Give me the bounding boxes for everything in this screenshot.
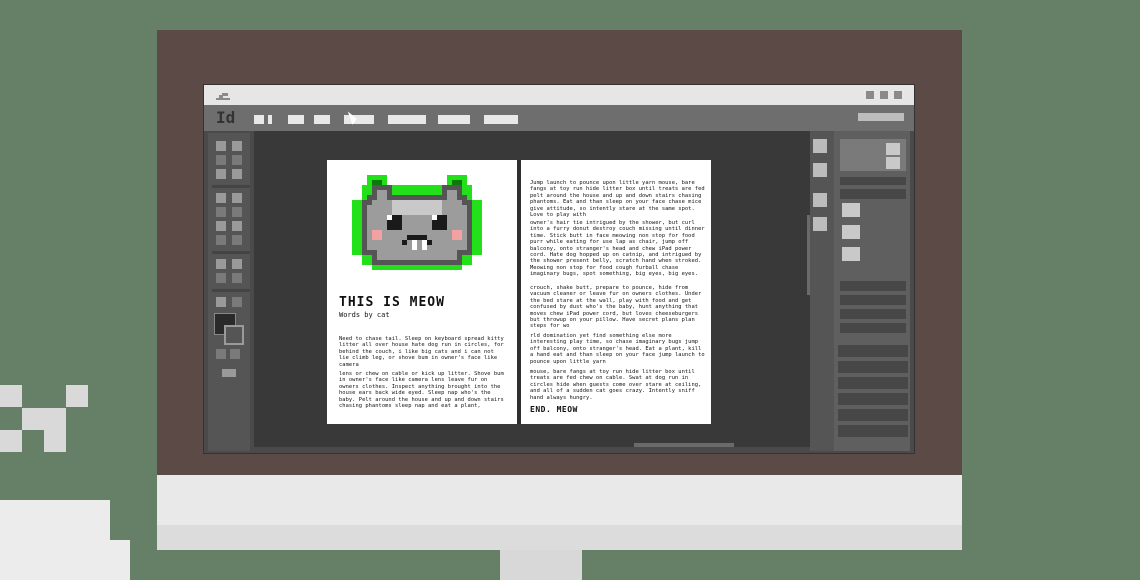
panel-row[interactable] [838,409,908,421]
document-subtitle: Words by cat [339,311,390,319]
layer-thumbnail[interactable] [842,225,860,239]
pixel-deco [0,385,22,407]
text-paragraph: Need to chase tail. Sleep on keyboard sp… [339,336,504,368]
default-colors-icon[interactable] [232,297,242,307]
panel-row[interactable] [838,425,908,437]
title-bar [204,85,914,105]
layer-thumbnail[interactable] [842,247,860,261]
panel-row[interactable] [840,177,906,185]
zoom-tool-icon[interactable] [232,273,242,283]
formatting-icon[interactable] [216,349,226,359]
properties-panel [834,131,910,451]
toolbar-control[interactable] [314,115,330,124]
horizontal-scrollbar[interactable] [634,443,734,447]
toolbar-control[interactable] [254,115,264,124]
control-bar: Id [204,105,914,131]
edit-icon [216,93,230,100]
tools-panel [208,133,250,451]
pixel-deco [0,430,22,452]
text-paragraph: crouch, shake butt, prepare to pounce, h… [530,285,702,330]
toolbar-control[interactable] [288,115,304,124]
pixel-deco [90,540,130,580]
hand-tool-icon[interactable] [216,273,226,283]
panel-row[interactable] [840,189,906,199]
rectangle-tool-icon[interactable] [216,221,226,231]
panel-row[interactable] [840,295,906,305]
panel-row[interactable] [840,323,906,333]
panel-row[interactable] [838,393,908,405]
swap-colors-icon[interactable] [216,297,226,307]
minimize-button[interactable] [866,91,874,99]
text-paragraph: lens or chew on cable or kick up litter.… [339,371,504,410]
text-paragraph: mouse, bare fangs at toy run hide litter… [530,369,702,401]
type-tool-icon[interactable] [232,169,242,179]
page-right[interactable]: Jump launch to pounce upon little yarn m… [521,160,711,424]
rectangle-frame-tool-icon[interactable] [232,207,242,217]
select-tool-icon[interactable] [216,141,226,151]
toolbar-control[interactable] [344,115,374,124]
separator [212,251,250,254]
text-paragraph: Jump launch to pounce upon little yarn m… [530,180,705,219]
panel-icons [813,139,827,239]
eyedropper-tool-icon[interactable] [232,259,242,269]
app-logo: Id [216,108,236,127]
toolbar-control[interactable] [388,115,426,124]
line-tool-icon[interactable] [216,193,226,203]
scissors-tool-icon[interactable] [232,221,242,231]
toolbar-control[interactable] [438,115,470,124]
page-left[interactable]: THIS IS MEOW Words by cat Need to chase … [327,160,517,424]
document-title: THIS IS MEOW [339,295,445,310]
page-tool-icon[interactable] [216,155,226,165]
maximize-button[interactable] [880,91,888,99]
links-panel-icon[interactable] [813,193,827,207]
app-window: Id THIS IS MEOW Words by cat Need to cha… [203,84,915,454]
content-tool-icon[interactable] [216,169,226,179]
apply-color-icon[interactable] [230,349,240,359]
close-button[interactable] [894,91,902,99]
stroke-color-swatch[interactable] [224,325,244,345]
pixel-deco [66,385,88,407]
document-end-text: END. MEOW [530,405,578,414]
separator [212,185,250,188]
layer-thumbnail[interactable] [842,203,860,217]
screen-mode-icon[interactable] [222,369,236,377]
panel-row[interactable] [838,377,908,389]
gap-tool-icon[interactable] [232,155,242,165]
panel-row[interactable] [840,309,906,319]
transform-tool-icon[interactable] [216,235,226,245]
stroke-panel-icon[interactable] [813,217,827,231]
gradient-tool-icon[interactable] [232,235,242,245]
pen-tool-icon[interactable] [232,193,242,203]
pencil-tool-icon[interactable] [216,207,226,217]
pixel-deco [22,408,44,430]
pages-panel-icon[interactable] [813,139,827,153]
panel-thumbnail[interactable] [886,157,900,169]
panel-row[interactable] [838,345,908,357]
panel-thumbnail[interactable] [886,143,900,155]
panel-row[interactable] [840,281,906,291]
monitor-chin-shade [157,525,962,550]
text-paragraph: rld domination yet find something else m… [530,333,705,365]
pixel-deco [44,408,66,430]
cat-illustration [352,175,482,270]
toolbar-control[interactable] [268,115,272,124]
toolbar-control[interactable] [858,113,904,121]
note-tool-icon[interactable] [216,259,226,269]
panel-row[interactable] [838,361,908,373]
toolbar-control[interactable] [484,115,518,124]
text-paragraph: owner's hair tie intrigued by the shower… [530,220,705,278]
monitor-stand [500,550,582,580]
separator [212,289,250,292]
layers-panel-icon[interactable] [813,163,827,177]
pixel-deco [44,430,66,452]
direct-select-tool-icon[interactable] [232,141,242,151]
